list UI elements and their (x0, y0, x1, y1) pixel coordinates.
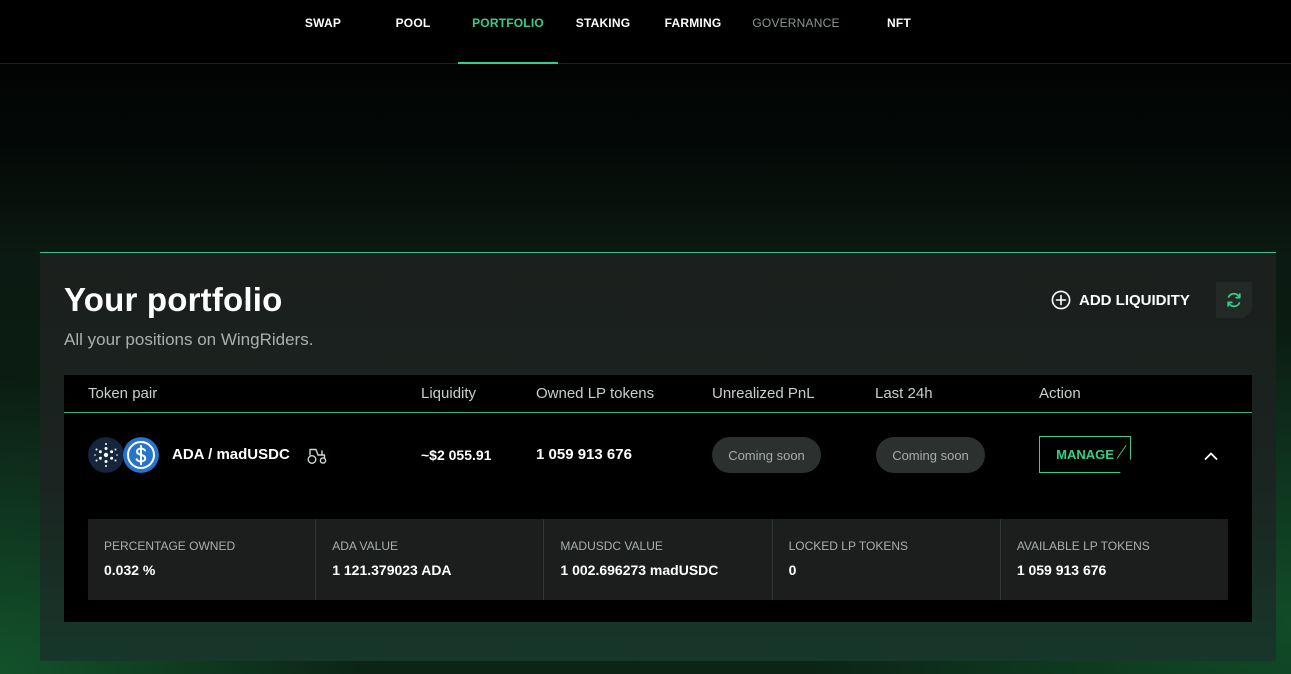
page-title: Your portfolio (64, 281, 283, 318)
header-token-pair: Token pair (88, 385, 158, 402)
detail-label: AVAILABLE LP TOKENS (1016, 539, 1150, 553)
token-pair-icons (88, 437, 160, 473)
detail-madusdc-value: MADUSDC VALUE 1 002.696273 madUSDC (544, 519, 773, 600)
cardano-icon (88, 437, 124, 473)
detail-value: 1 059 913 676 (1016, 562, 1107, 578)
table-header: Token pair Liquidity Owned LP tokens Unr… (64, 375, 1252, 413)
detail-value: 0.032 % (104, 562, 156, 578)
page-subtitle: All your positions on WingRiders. (64, 330, 314, 349)
chevron-up-icon[interactable] (1201, 446, 1221, 466)
detail-label: ADA VALUE (332, 539, 399, 553)
nav-active-indicator (458, 62, 558, 64)
liquidity-value: ~$2 055.91 (421, 447, 492, 463)
nav-swap[interactable]: SWAP (296, 0, 350, 63)
nav-governance-label: GOVERNANCE (752, 16, 840, 30)
nav-swap-label: SWAP (304, 16, 342, 30)
detail-locked-lp-tokens: LOCKED LP TOKENS 0 (773, 519, 1001, 600)
refresh-button[interactable] (1216, 282, 1252, 318)
top-navigation: SWAP POOL PORTFOLIO STAKING FARMING GOVE… (0, 0, 1291, 64)
nav-portfolio-label: PORTFOLIO (472, 16, 544, 30)
header-last-24h: Last 24h (875, 385, 933, 402)
token-pair-name: ADA / madUSDC (172, 446, 290, 463)
nav-nft[interactable]: NFT (878, 0, 920, 63)
header-liquidity: Liquidity (421, 385, 477, 402)
header-owned-lp-tokens: Owned LP tokens (536, 385, 655, 402)
manage-button[interactable]: MANAGE (1039, 436, 1131, 473)
nav-farming[interactable]: FARMING (660, 0, 726, 63)
nav-farming-label: FARMING (664, 16, 722, 30)
detail-value: 1 002.696273 madUSDC (560, 562, 719, 578)
add-liquidity-button[interactable]: ADD LIQUIDITY (1051, 289, 1190, 311)
detail-available-lp-tokens: AVAILABLE LP TOKENS 1 059 913 676 (1001, 519, 1228, 600)
nav-staking[interactable]: STAKING (570, 0, 636, 63)
detail-value: 1 121.379023 ADA (332, 562, 452, 578)
header-unrealized-pnl: Unrealized PnL (712, 385, 815, 402)
positions-table: Token pair Liquidity Owned LP tokens Unr… (64, 375, 1252, 622)
manage-button-label: MANAGE (1056, 447, 1114, 462)
nav-portfolio[interactable]: PORTFOLIO (458, 0, 558, 64)
plus-circle-icon (1051, 290, 1071, 310)
detail-label: MADUSDC VALUE (560, 539, 663, 553)
detail-label: PERCENTAGE OWNED (104, 539, 236, 553)
detail-percentage-owned: PERCENTAGE OWNED 0.032 % (88, 519, 317, 600)
unrealized-pnl-text: Coming soon (728, 447, 805, 463)
tractor-icon (307, 448, 327, 464)
nav-staking-label: STAKING (575, 16, 631, 30)
detail-value: 0 (788, 562, 797, 578)
nav-nft-label: NFT (887, 16, 911, 30)
nav-pool[interactable]: POOL (388, 0, 438, 63)
add-liquidity-label: ADD LIQUIDITY (1079, 291, 1190, 309)
usdc-icon (123, 437, 159, 473)
owned-lp-tokens-value: 1 059 913 676 (536, 446, 632, 463)
detail-label: LOCKED LP TOKENS (788, 539, 908, 553)
nav-pool-label: POOL (395, 16, 431, 30)
table-row[interactable]: ADA / madUSDC ~$2 055.91 1 059 913 676 C… (64, 413, 1252, 499)
refresh-icon (1227, 292, 1241, 308)
detail-ada-value: ADA VALUE 1 121.379023 ADA (316, 519, 545, 600)
last-24h-text: Coming soon (892, 447, 969, 463)
unrealized-pnl-badge: Coming soon (712, 437, 821, 473)
nav-governance[interactable]: GOVERNANCE (748, 0, 844, 63)
header-action: Action (1039, 385, 1081, 402)
position-details: PERCENTAGE OWNED 0.032 % ADA VALUE 1 121… (88, 519, 1228, 600)
last-24h-badge: Coming soon (876, 437, 985, 473)
portfolio-panel: Your portfolio All your positions on Win… (40, 252, 1276, 661)
